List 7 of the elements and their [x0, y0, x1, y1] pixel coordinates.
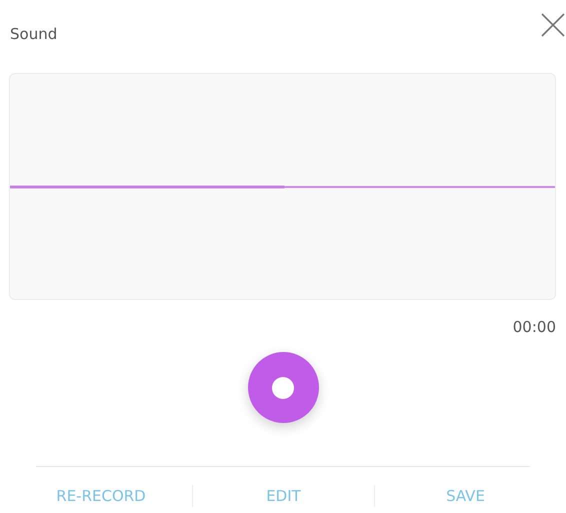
action-button[interactable]: RE-RECORD	[52, 485, 150, 507]
dialog-title: Sound	[10, 25, 58, 43]
action-button[interactable]: SAVE	[442, 485, 489, 507]
record-dot-icon	[272, 376, 294, 398]
close-icon[interactable]	[540, 12, 566, 38]
timer: 00:00	[512, 318, 556, 336]
action-button[interactable]: EDIT	[262, 485, 305, 507]
